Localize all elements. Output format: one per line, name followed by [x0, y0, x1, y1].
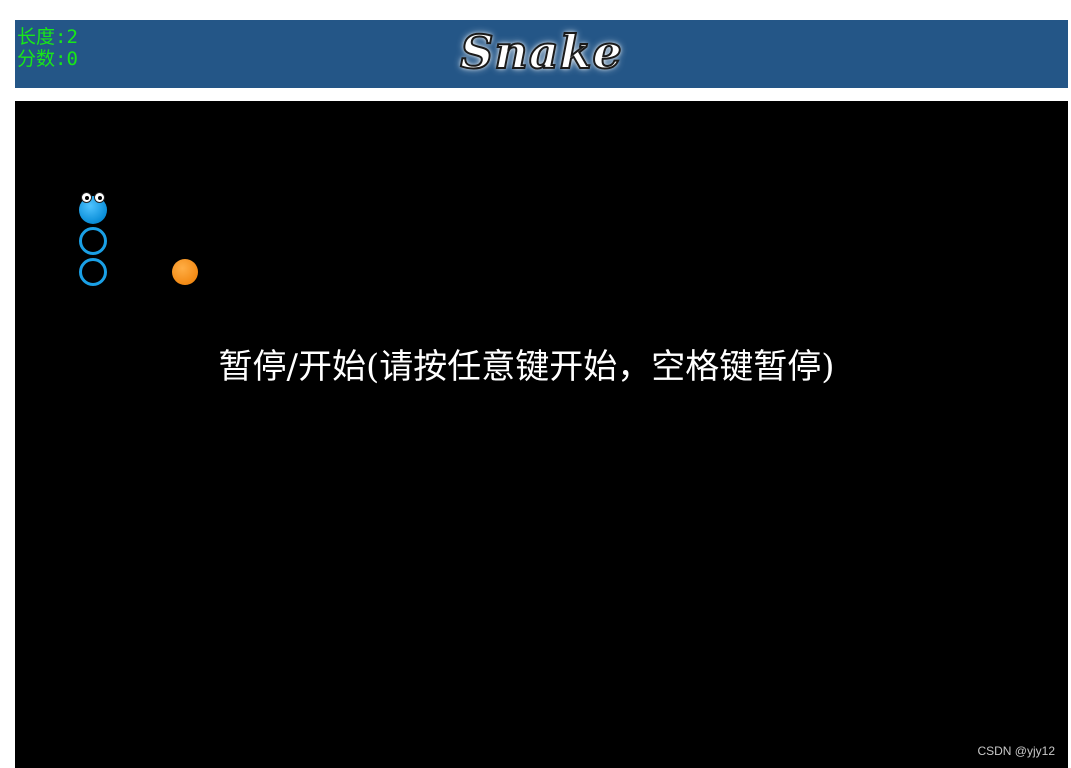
- game-board[interactable]: 暂停/开始(请按任意键开始，空格键暂停) CSDN @yjy12: [15, 101, 1068, 768]
- game-title-logo: Snake: [459, 24, 623, 80]
- snake-eye-left-icon: [82, 193, 91, 202]
- food-orb-icon: [172, 259, 198, 285]
- snake-body-segment: [79, 258, 107, 286]
- pause-start-message: 暂停/开始(请按任意键开始，空格键暂停): [218, 347, 835, 387]
- snake-head-icon: [79, 193, 107, 224]
- snake-body-segment: [79, 227, 107, 255]
- snake-eye-right-icon: [95, 193, 104, 202]
- game-header: 长度:2 分数:0 Snake: [15, 20, 1068, 88]
- watermark: CSDN @yjy12: [977, 744, 1055, 758]
